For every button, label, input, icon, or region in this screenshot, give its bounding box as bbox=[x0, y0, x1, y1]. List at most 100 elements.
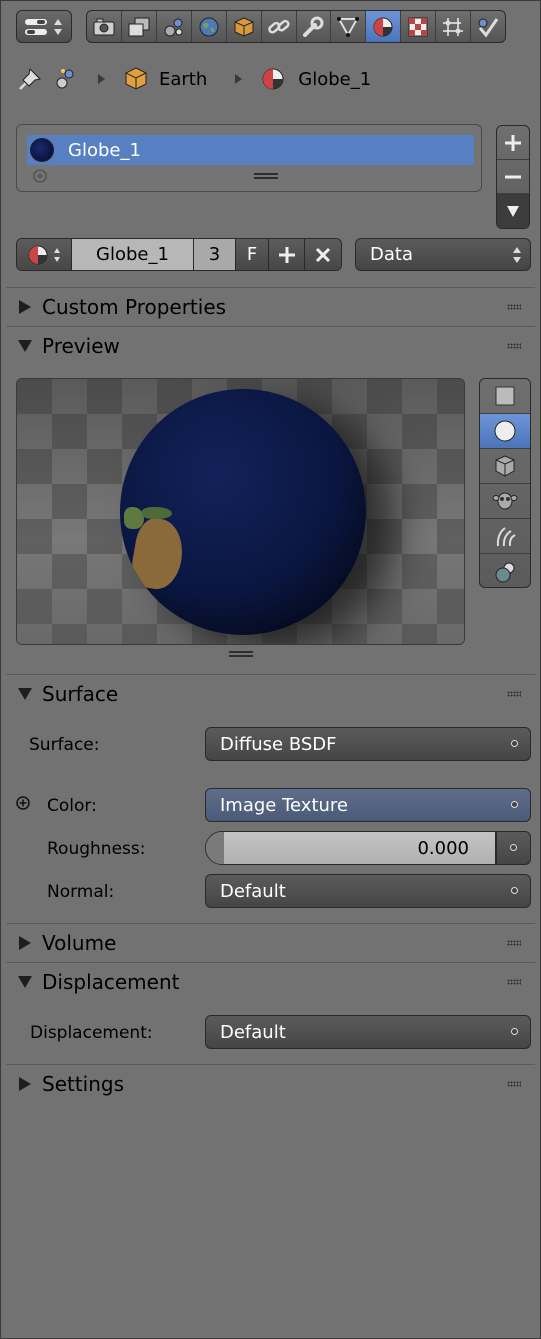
globe-thumbnail-icon bbox=[30, 138, 54, 162]
displacement-label: Displacement: bbox=[30, 1023, 153, 1043]
link-value: Data bbox=[370, 244, 413, 265]
panel-custom-properties[interactable]: Custom Properties bbox=[6, 287, 535, 325]
panel-preview[interactable]: Preview bbox=[6, 326, 535, 364]
collapsed-arrow-icon bbox=[19, 1076, 31, 1091]
tab-render[interactable] bbox=[87, 11, 122, 42]
close-icon bbox=[315, 247, 331, 262]
unlink-material-button[interactable] bbox=[305, 239, 341, 270]
slot-specials-button[interactable] bbox=[497, 194, 529, 228]
updown-arrows-icon bbox=[54, 18, 62, 35]
hair-icon bbox=[496, 527, 516, 547]
normal-input-value: Default bbox=[220, 880, 286, 902]
tab-object[interactable] bbox=[227, 11, 262, 42]
material-icon bbox=[28, 245, 48, 264]
preview-hair-button[interactable] bbox=[480, 519, 530, 554]
list-resize-grip[interactable] bbox=[254, 173, 278, 179]
material-icon bbox=[262, 68, 284, 90]
link-dropdown[interactable]: Data bbox=[355, 238, 531, 271]
list-item[interactable]: Globe_1 bbox=[27, 135, 474, 165]
scene-small-icon bbox=[56, 69, 74, 89]
roughness-value: 0.000 bbox=[417, 837, 469, 859]
tab-particles[interactable] bbox=[436, 11, 472, 42]
drag-grip-icon[interactable] bbox=[507, 304, 521, 310]
panel-title: Custom Properties bbox=[42, 294, 227, 319]
tab-constraints[interactable] bbox=[262, 11, 297, 42]
breadcrumb-arrow-icon bbox=[235, 74, 243, 84]
panel-title: Displacement bbox=[42, 969, 180, 994]
expand-list-icon[interactable] bbox=[33, 169, 47, 183]
material-slot-list: Globe_1 bbox=[16, 124, 482, 192]
displacement-value: Default bbox=[220, 1021, 286, 1043]
socket-icon bbox=[510, 844, 517, 851]
panel-settings[interactable]: Settings bbox=[6, 1064, 535, 1102]
socket-icon bbox=[511, 1028, 518, 1035]
object-icon bbox=[234, 16, 254, 37]
panel-surface[interactable]: Surface bbox=[6, 674, 535, 712]
socket-icon bbox=[511, 887, 518, 894]
plus-icon bbox=[505, 134, 521, 151]
preview-type-buttons bbox=[479, 378, 531, 588]
modifiers-icon bbox=[303, 16, 324, 37]
data-icon bbox=[337, 16, 360, 37]
roughness-slider[interactable]: 0.000 bbox=[205, 831, 496, 865]
surface-shader-dropdown[interactable]: Diffuse BSDF bbox=[205, 727, 531, 761]
tab-scene[interactable] bbox=[157, 11, 192, 42]
drag-grip-icon[interactable] bbox=[507, 940, 521, 946]
monkey-icon bbox=[492, 492, 518, 510]
new-material-button[interactable] bbox=[269, 239, 305, 270]
preview-cube-button[interactable] bbox=[480, 449, 530, 484]
tab-texture[interactable] bbox=[401, 11, 437, 42]
panel-title: Settings bbox=[42, 1071, 125, 1096]
add-slot-button[interactable] bbox=[497, 126, 529, 160]
material-icon bbox=[373, 17, 393, 36]
material-users-count[interactable]: 3 bbox=[194, 239, 236, 270]
socket-icon bbox=[511, 801, 518, 808]
drag-grip-icon[interactable] bbox=[507, 979, 521, 985]
tab-data[interactable] bbox=[331, 11, 367, 42]
tab-modifiers[interactable] bbox=[297, 11, 332, 42]
preview-sphere-button[interactable] bbox=[480, 414, 530, 449]
breadcrumb: Earth Globe_1 bbox=[16, 62, 526, 96]
updown-arrows-icon bbox=[54, 247, 60, 262]
preview-world-button[interactable] bbox=[480, 554, 530, 587]
drag-grip-icon[interactable] bbox=[507, 1081, 521, 1087]
displacement-input-dropdown[interactable]: Default bbox=[205, 1015, 531, 1049]
color-input-dropdown[interactable]: Image Texture bbox=[205, 788, 531, 822]
updown-arrows-icon bbox=[513, 247, 521, 263]
tab-world[interactable] bbox=[192, 11, 227, 42]
render-layers-icon bbox=[128, 17, 150, 36]
tab-material[interactable] bbox=[366, 11, 402, 42]
expand-input-icon[interactable] bbox=[16, 796, 30, 810]
collapsed-arrow-icon bbox=[19, 299, 31, 314]
preview-resize-grip[interactable] bbox=[229, 651, 253, 657]
surface-label: Surface: bbox=[29, 735, 100, 755]
normal-label: Normal: bbox=[47, 882, 115, 902]
scene-icon bbox=[164, 18, 183, 36]
normal-input-dropdown[interactable]: Default bbox=[205, 874, 531, 908]
constraints-icon bbox=[267, 19, 290, 34]
fake-user-button[interactable]: F bbox=[236, 239, 269, 270]
expanded-arrow-icon bbox=[18, 339, 32, 352]
roughness-fill bbox=[206, 832, 224, 864]
roughness-socket-button[interactable] bbox=[496, 831, 531, 865]
panel-volume[interactable]: Volume bbox=[6, 923, 535, 961]
material-name-field[interactable]: Globe_1 bbox=[72, 239, 194, 270]
preview-flat-button[interactable] bbox=[480, 379, 530, 414]
drag-grip-icon[interactable] bbox=[507, 691, 521, 697]
panel-displacement[interactable]: Displacement bbox=[6, 962, 535, 1000]
browse-material-button[interactable] bbox=[17, 239, 72, 270]
pin-icon[interactable] bbox=[16, 65, 44, 93]
editor-type-button[interactable] bbox=[16, 10, 72, 43]
tab-render-layers[interactable] bbox=[122, 11, 157, 42]
texture-icon bbox=[408, 17, 428, 36]
world-icon bbox=[199, 17, 219, 36]
slot-buttons bbox=[496, 125, 530, 229]
tab-physics[interactable] bbox=[471, 11, 505, 42]
collapsed-arrow-icon bbox=[19, 935, 31, 950]
preview-monkey-button[interactable] bbox=[480, 484, 530, 519]
drag-grip-icon[interactable] bbox=[507, 343, 521, 349]
dropdown-arrow-icon bbox=[507, 206, 519, 217]
remove-slot-button[interactable] bbox=[497, 160, 529, 194]
properties-tabs bbox=[86, 10, 506, 43]
minus-icon bbox=[505, 175, 521, 178]
